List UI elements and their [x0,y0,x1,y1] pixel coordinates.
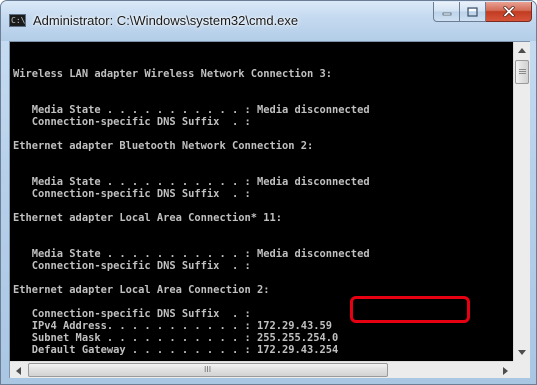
thumb-grip: III [204,365,212,374]
console-line: Connection-specific DNS Suffix . : [13,260,251,272]
console-line: Ethernet adapter Local Area Connection* … [13,212,282,224]
console-line: Connection-specific DNS Suffix . : [13,308,251,320]
arrow-left-icon [15,366,21,375]
console-line: Connection-specific DNS Suffix . : [13,116,251,128]
vertical-scrollbar[interactable] [513,42,530,361]
scroll-down-button[interactable] [514,344,530,361]
vertical-scroll-thumb[interactable] [515,60,529,84]
app-icon-glyph: C:\ [11,16,26,25]
scroll-right-button[interactable] [497,362,513,379]
console-line: Wireless LAN adapter Wireless Network Co… [13,68,333,80]
ipv4-highlight-box [350,296,470,323]
arrow-right-icon [502,366,508,375]
grip-line [519,69,526,70]
console-line: Default Gateway . . . . . . . . . : 172.… [13,344,339,356]
close-button[interactable] [486,2,532,22]
console-line: Ethernet adapter Bluetooth Network Conne… [13,140,314,152]
cmd-app-icon[interactable]: C:\ [9,14,26,27]
console-line: Media State . . . . . . . . . . . : Medi… [13,104,370,116]
arrow-up-icon [518,48,526,53]
maximize-button[interactable] [460,2,486,22]
console-output[interactable]: Wireless LAN adapter Wireless Network Co… [10,42,513,361]
console-line: Media State . . . . . . . . . . . : Medi… [13,248,370,260]
close-icon [502,6,515,17]
horizontal-scroll-thumb[interactable]: III [28,363,388,377]
maximize-icon [467,6,478,17]
console-line: Connection-specific DNS Suffix . : [13,188,251,200]
console-line: Media State . . . . . . . . . . . : Medi… [13,176,370,188]
title-bar[interactable]: C:\ Administrator: C:\Windows\system32\c… [1,1,536,41]
grip-line [519,73,526,74]
caption-buttons [433,2,532,22]
minimize-button[interactable] [433,2,460,22]
console-line: Ethernet adapter Local Area Connection 2… [13,284,270,296]
console-line: IPv4 Address. . . . . . . . . . . : 172.… [13,320,333,332]
cmd-window: C:\ Administrator: C:\Windows\system32\c… [0,0,537,385]
console-line: Subnet Mask . . . . . . . . . . . : 255.… [13,332,339,344]
scrollbar-corner [513,361,530,378]
arrow-down-icon [518,350,526,355]
window-title: Administrator: C:\Windows\system32\cmd.e… [33,13,299,28]
horizontal-scrollbar[interactable]: III [10,361,513,378]
minimize-icon [442,12,451,15]
scroll-up-button[interactable] [514,42,530,59]
grip-line [519,71,526,72]
console-client-area: Wireless LAN adapter Wireless Network Co… [9,41,530,378]
scroll-left-button[interactable] [10,362,26,379]
